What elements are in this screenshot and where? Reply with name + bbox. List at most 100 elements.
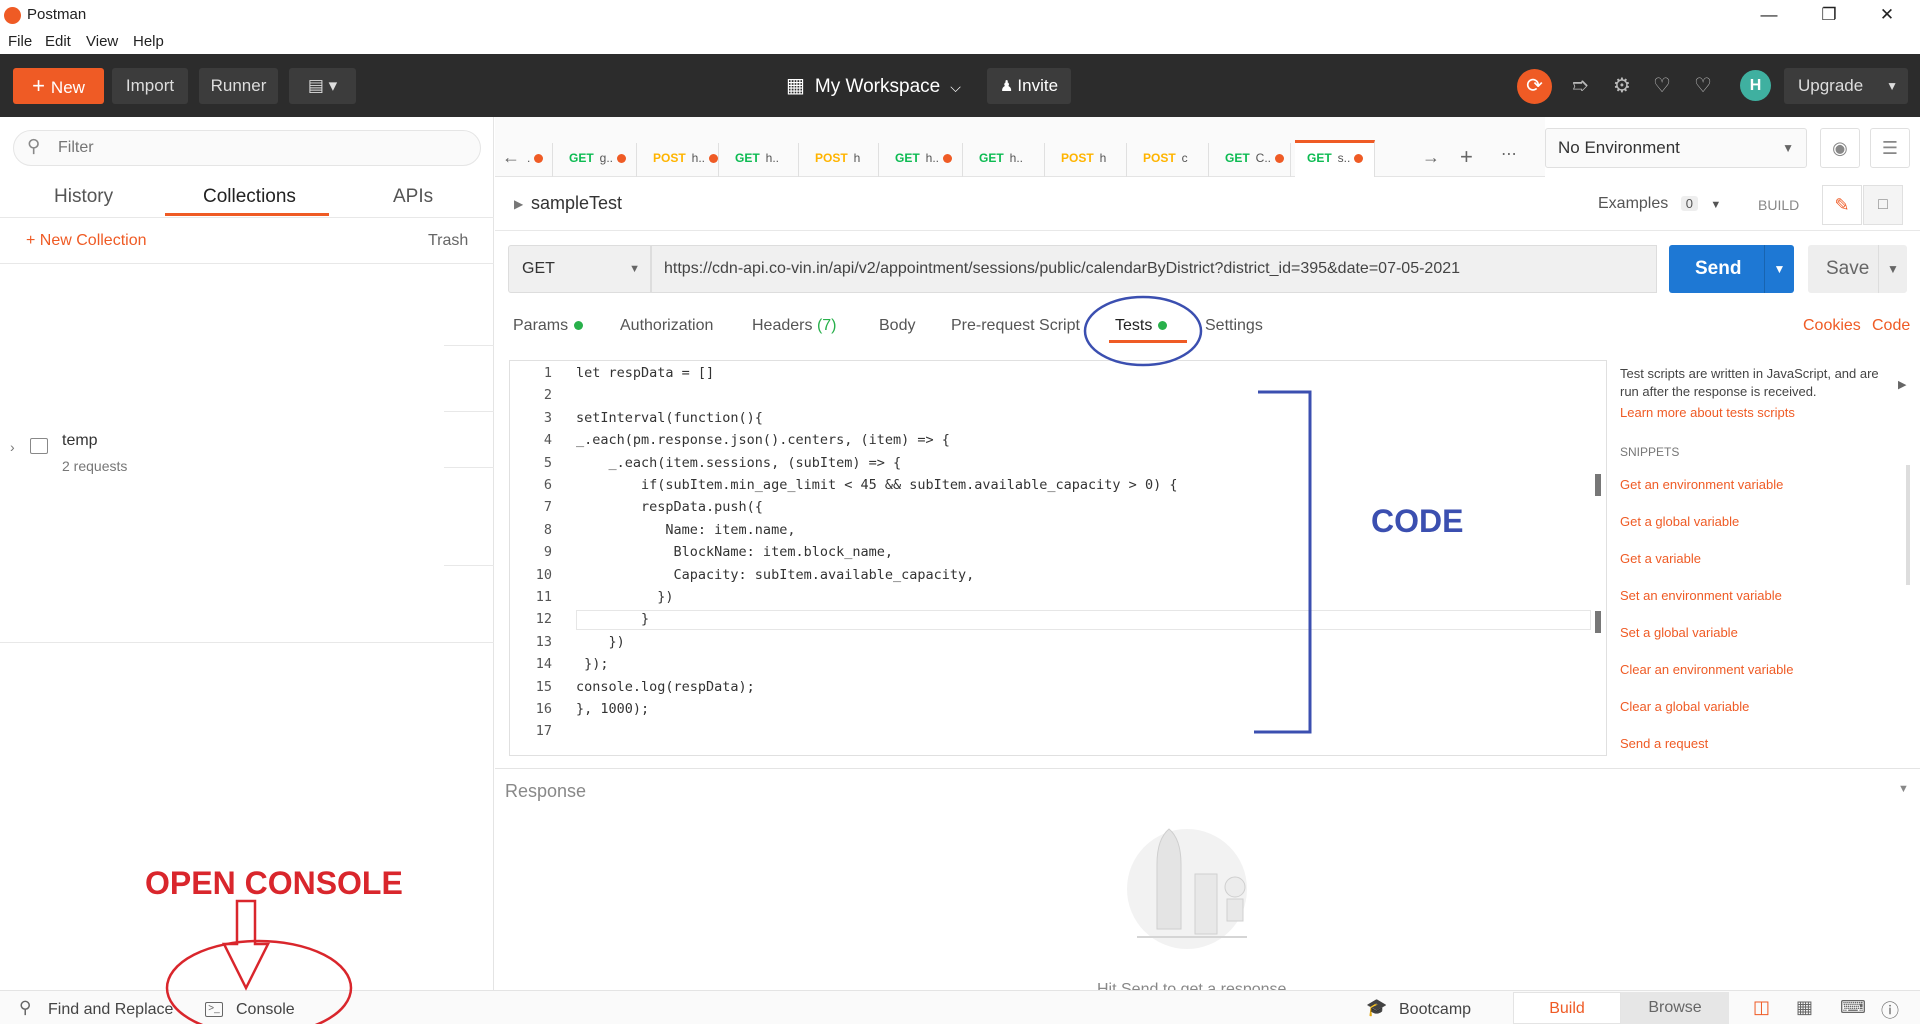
editor-scrollbar-thumb[interactable] (1595, 474, 1601, 496)
expand-request-icon[interactable]: ▶ (514, 197, 523, 211)
import-button[interactable]: Import (112, 68, 188, 104)
tab-prerequest-script[interactable]: Pre-request Script (951, 317, 1080, 335)
menu-view[interactable]: View (86, 33, 118, 50)
runner-button[interactable]: Runner (199, 68, 278, 104)
url-field (651, 245, 1657, 293)
learn-more-link[interactable]: Learn more about tests scripts (1620, 405, 1795, 420)
edit-mode-icon[interactable]: ✎ (1822, 185, 1862, 225)
collapse-snippets-icon[interactable]: ▶ (1898, 378, 1906, 391)
environment-select[interactable]: No Environment ▼ (1545, 128, 1807, 168)
line-number: 17 (535, 723, 552, 740)
snippet-link[interactable]: Set a global variable (1620, 625, 1738, 640)
close-icon[interactable]: ✕ (1864, 2, 1910, 28)
help-icon[interactable]: ⓘ (1881, 997, 1899, 1023)
request-tab[interactable]: POST h (1049, 143, 1127, 177)
comments-icon[interactable]: □ (1863, 185, 1903, 225)
caret-down-icon: ▼ (1886, 79, 1898, 93)
bootcamp-button[interactable]: Bootcamp (1399, 1001, 1471, 1019)
request-tab[interactable]: GET s.. (1295, 140, 1375, 177)
snippet-link[interactable]: Get a variable (1620, 551, 1701, 566)
send-button[interactable]: Send ▼ (1669, 245, 1794, 293)
editor-scrollbar-thumb[interactable] (1595, 611, 1601, 633)
new-window-button[interactable]: ▤ ▾ (289, 68, 356, 104)
snippet-link[interactable]: Send a request (1620, 736, 1708, 751)
capture-requests-icon[interactable]: ➱ (1566, 72, 1594, 100)
menu-help[interactable]: Help (133, 33, 164, 50)
snippet-link[interactable]: Set an environment variable (1620, 588, 1782, 603)
console-button[interactable]: Console (236, 1001, 295, 1019)
add-tab-icon[interactable]: + (1460, 144, 1473, 170)
snippet-link[interactable]: Clear an environment variable (1620, 662, 1793, 677)
snippets-description: Test scripts are written in JavaScript, … (1620, 366, 1879, 399)
restore-icon[interactable]: ❐ (1806, 2, 1852, 28)
two-pane-view-icon[interactable]: ◫ (1753, 997, 1770, 1018)
save-options-icon[interactable]: ▼ (1878, 245, 1907, 293)
browse-mode-button[interactable]: Browse (1621, 992, 1729, 1024)
url-input[interactable] (664, 260, 1644, 278)
request-tab[interactable]: GET h.. (883, 143, 963, 177)
environment-quick-look-icon[interactable]: ◉ (1820, 128, 1860, 168)
tab-tests[interactable]: Tests (1115, 317, 1168, 335)
request-tab[interactable]: POST h (803, 143, 879, 177)
build-mode-button[interactable]: Build (1513, 992, 1621, 1024)
heart-icon[interactable]: ♡ (1689, 72, 1717, 100)
line-number: 6 (543, 477, 552, 493)
sidebar-tab-history[interactable]: History (54, 186, 113, 208)
current-line-highlight (576, 610, 1591, 630)
more-tabs-icon[interactable]: ⋯ (1501, 144, 1517, 164)
request-tab[interactable]: GET h.. (967, 143, 1045, 177)
upgrade-button[interactable]: Upgrade ▼ (1784, 68, 1908, 104)
request-name: sampleTest (531, 193, 623, 213)
new-button-label: New (50, 78, 85, 97)
layout-icon[interactable]: ▦ (1796, 997, 1813, 1018)
filter-input[interactable] (58, 139, 458, 157)
method-select[interactable]: GET ▼ (508, 245, 651, 293)
examples-button[interactable]: Examples 0 ▼ (1598, 195, 1721, 213)
tab-body[interactable]: Body (879, 317, 915, 335)
scroll-right-icon[interactable]: → (1422, 147, 1440, 168)
snippet-link[interactable]: Get a global variable (1620, 514, 1739, 529)
cookies-link[interactable]: Cookies (1803, 317, 1861, 335)
notifications-icon[interactable]: ♡ (1648, 72, 1676, 100)
tab-authorization[interactable]: Authorization (620, 317, 713, 335)
sync-icon[interactable]: ⟳ (1517, 69, 1552, 104)
save-button[interactable]: Save ▼ (1808, 245, 1907, 293)
request-tab[interactable]: GET C.. (1213, 143, 1291, 177)
keyboard-shortcuts-icon[interactable]: ⌨ (1840, 997, 1866, 1018)
menu-edit[interactable]: Edit (45, 33, 71, 50)
sidebar-divider (444, 345, 494, 346)
request-tab[interactable]: GET h.. (723, 143, 799, 177)
tests-code-editor[interactable]: 1 let respData = [] 2 3 setInterval(function… (509, 360, 1607, 756)
request-tab[interactable]: POST h.. (641, 143, 719, 177)
request-tab[interactable]: . (515, 143, 553, 177)
tab-headers[interactable]: Headers (7) (752, 317, 837, 335)
sidebar-tab-apis[interactable]: APIs (393, 186, 433, 208)
tab-params[interactable]: Params (513, 317, 584, 335)
request-tab[interactable]: POST c (1131, 143, 1209, 177)
new-button[interactable]: + New (13, 68, 104, 104)
snippet-link[interactable]: Clear a global variable (1620, 699, 1749, 714)
menu-file[interactable]: File (8, 33, 32, 50)
sidebar-tab-collections[interactable]: Collections (203, 186, 296, 208)
settings-icon[interactable]: ⚙ (1608, 72, 1636, 100)
collection-item-temp[interactable]: › temp 2 requests (0, 429, 494, 485)
workspace-selector[interactable]: ▦ My Workspace ⌵ (786, 68, 961, 104)
tab-method: POST (815, 151, 848, 165)
find-replace-button[interactable]: Find and Replace (48, 1001, 173, 1019)
code-link[interactable]: Code (1872, 317, 1910, 335)
invite-button[interactable]: ♟ Invite (987, 68, 1071, 104)
tab-label: c (1181, 151, 1188, 165)
snippets-scrollbar[interactable] (1906, 465, 1910, 585)
new-collection-button[interactable]: + New Collection (26, 232, 147, 250)
avatar[interactable]: H (1740, 70, 1771, 101)
trash-button[interactable]: Trash (428, 232, 468, 250)
sidebar-divider (444, 565, 494, 566)
manage-environments-icon[interactable]: ☰ (1870, 128, 1910, 168)
tab-settings[interactable]: Settings (1205, 317, 1263, 335)
minimize-icon[interactable]: — (1746, 2, 1792, 28)
snippet-link[interactable]: Get an environment variable (1620, 477, 1783, 492)
collapse-response-icon[interactable]: ▼ (1898, 783, 1909, 795)
send-options-icon[interactable]: ▼ (1764, 245, 1794, 293)
line-number: 16 (535, 701, 552, 717)
request-tab[interactable]: GET g.. (557, 143, 637, 177)
